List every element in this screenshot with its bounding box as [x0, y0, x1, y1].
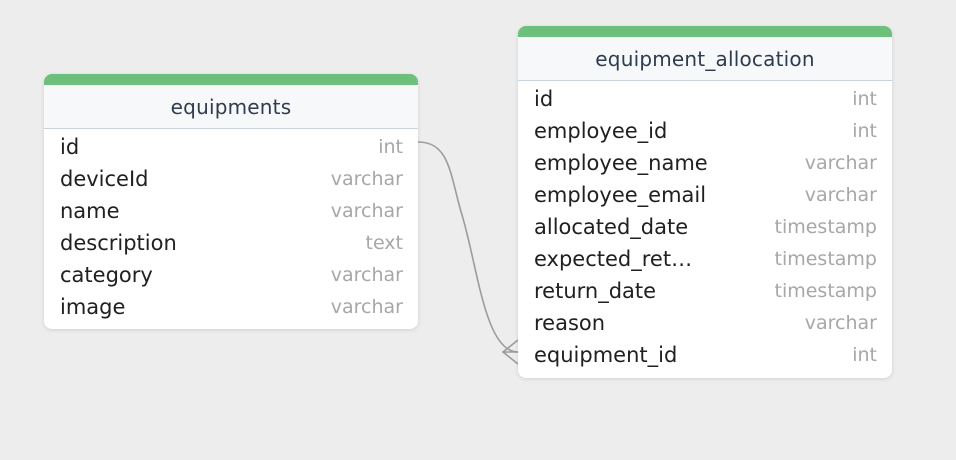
field-name: name: [60, 199, 120, 223]
field-row[interactable]: id int: [518, 83, 892, 115]
field-name: id: [60, 135, 80, 159]
field-name: id: [534, 87, 554, 111]
field-row[interactable]: deviceId varchar: [44, 163, 418, 195]
field-type: varchar: [804, 184, 877, 206]
field-row[interactable]: employee_name varchar: [518, 147, 892, 179]
field-row[interactable]: employee_email varchar: [518, 179, 892, 211]
table-color-bar: [518, 26, 892, 37]
field-name: allocated_date: [534, 215, 689, 239]
field-row[interactable]: name varchar: [44, 195, 418, 227]
table-title[interactable]: equipment_allocation: [518, 37, 892, 81]
field-name: return_date: [534, 279, 657, 303]
field-name: category: [60, 263, 153, 287]
table-equipment-allocation[interactable]: equipment_allocation id int employee_id …: [518, 26, 892, 378]
table-title[interactable]: equipments: [44, 85, 418, 129]
field-name: employee_email: [534, 183, 707, 207]
crowfoot-many-icon: [501, 339, 519, 365]
field-name: reason: [534, 311, 606, 335]
field-name: expected_ret…: [534, 247, 693, 271]
field-name: employee_id: [534, 119, 668, 143]
field-name: employee_name: [534, 151, 708, 175]
field-row[interactable]: image varchar: [44, 291, 418, 323]
field-name: description: [60, 231, 177, 255]
field-row[interactable]: id int: [44, 131, 418, 163]
field-list: id int employee_id int employee_name var…: [518, 81, 892, 371]
field-type: int: [378, 136, 403, 158]
field-type: timestamp: [774, 216, 878, 238]
relationship-line: [417, 141, 519, 353]
field-row[interactable]: employee_id int: [518, 115, 892, 147]
field-row[interactable]: description text: [44, 227, 418, 259]
field-row[interactable]: return_date timestamp: [518, 275, 892, 307]
field-type: timestamp: [774, 248, 878, 270]
table-color-bar: [44, 74, 418, 85]
field-type: varchar: [330, 264, 403, 286]
table-equipments[interactable]: equipments id int deviceId varchar name …: [44, 74, 418, 329]
field-name: deviceId: [60, 167, 149, 191]
field-type: int: [852, 120, 877, 142]
field-row[interactable]: category varchar: [44, 259, 418, 291]
field-row[interactable]: equipment_id int: [518, 339, 892, 371]
field-type: timestamp: [774, 280, 878, 302]
field-type: varchar: [330, 200, 403, 222]
field-type: int: [852, 344, 877, 366]
field-type: varchar: [330, 296, 403, 318]
field-type: varchar: [804, 152, 877, 174]
field-type: varchar: [804, 312, 877, 334]
field-name: equipment_id: [534, 343, 678, 367]
field-row[interactable]: allocated_date timestamp: [518, 211, 892, 243]
field-type: int: [852, 88, 877, 110]
field-row[interactable]: expected_ret… timestamp: [518, 243, 892, 275]
field-type: text: [365, 232, 404, 254]
field-name: image: [60, 295, 126, 319]
field-type: varchar: [330, 168, 403, 190]
diagram-canvas[interactable]: equipments id int deviceId varchar name …: [0, 0, 956, 460]
field-list: id int deviceId varchar name varchar des…: [44, 129, 418, 323]
field-row[interactable]: reason varchar: [518, 307, 892, 339]
